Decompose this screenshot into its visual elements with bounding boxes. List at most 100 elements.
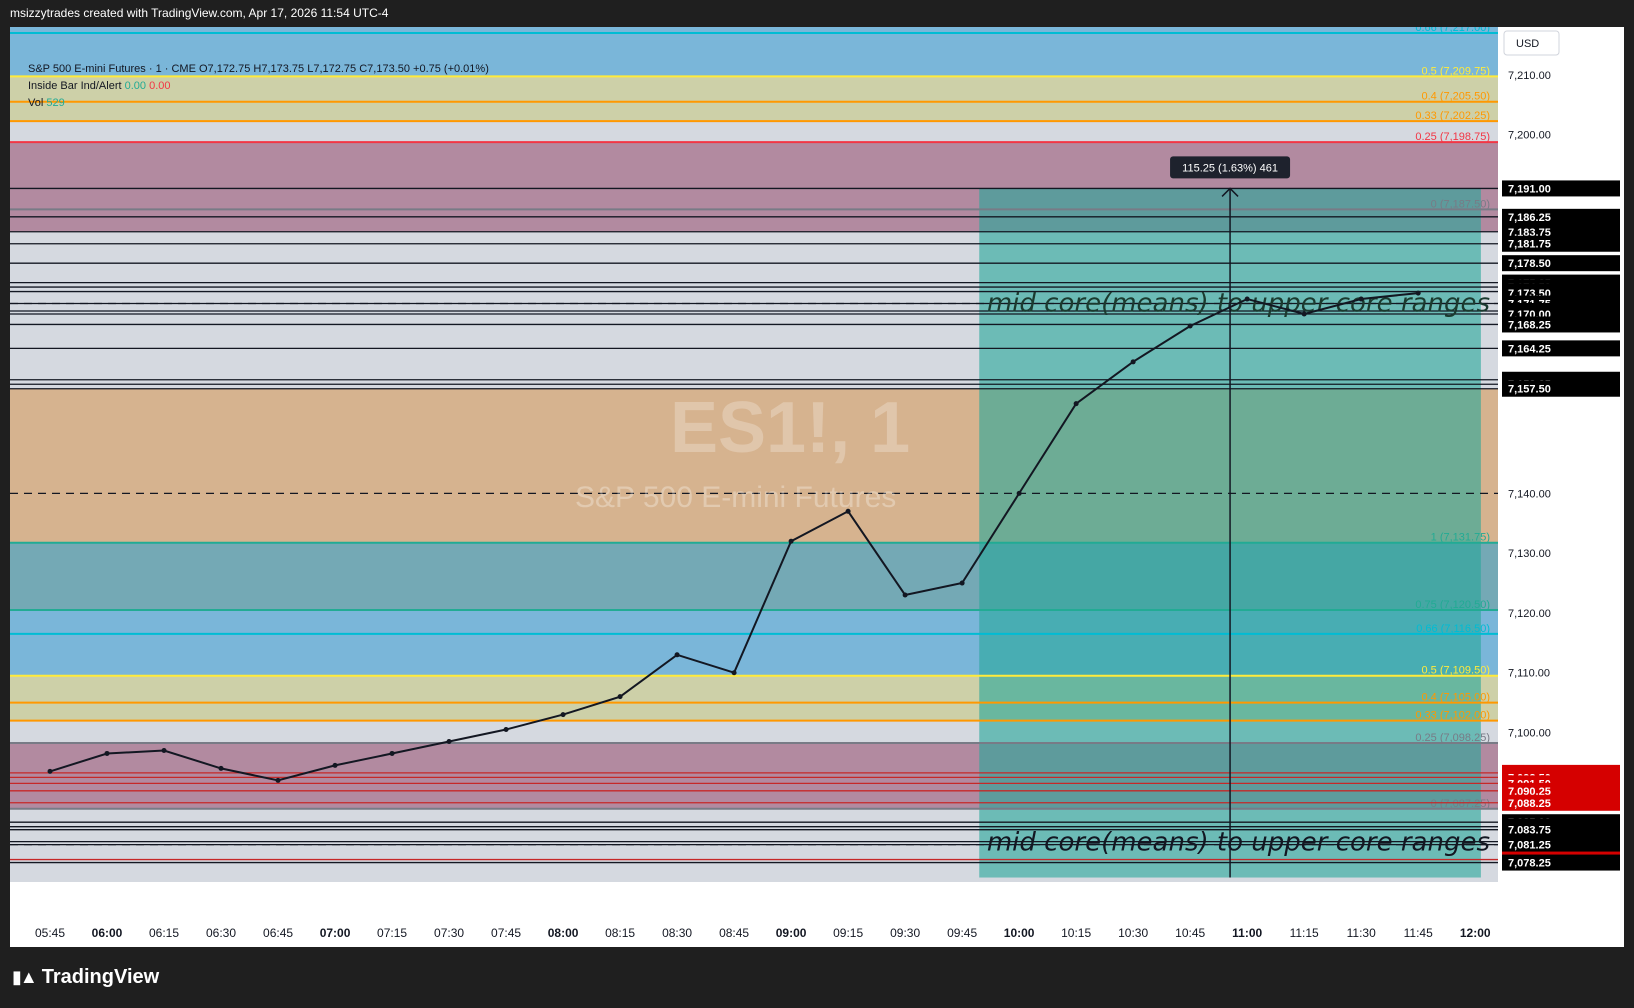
fib-label: 0.33 (7,202.25)	[1415, 110, 1490, 122]
price-label: 7,181.75	[1508, 239, 1551, 251]
price-point	[104, 750, 110, 756]
chart-caption: msizzytrades created with TradingView.co…	[10, 6, 389, 20]
fib-label: 0.66 (7,116.50)	[1416, 623, 1490, 635]
x-tick-label: 10:00	[1004, 926, 1035, 940]
price-chart[interactable]: 0.66 (7,217.00) 0.5 (7,209.75) 0.4 (7,205.…	[10, 27, 1624, 947]
fib-label: 0.66 (7,217.00)	[1415, 27, 1490, 34]
price-point	[161, 747, 167, 753]
chart-frame[interactable]: 0.66 (7,217.00) 0.5 (7,209.75) 0.4 (7,205.…	[10, 27, 1624, 947]
price-point	[1301, 311, 1307, 317]
tradingview-logo-icon: ▮▲	[12, 967, 38, 987]
measure-label: 115.25 (1.63%) 461	[1182, 162, 1278, 174]
fib-label: 0.25 (7,098.25)	[1415, 732, 1490, 744]
annotation-lower: mid core(means) to upper core ranges	[987, 828, 1490, 858]
x-tick-label: 10:30	[1118, 926, 1148, 940]
legend-indicator-name: Inside Bar Ind/Alert	[28, 80, 122, 92]
fib-label: 0.33 (7,102.00)	[1415, 710, 1490, 722]
x-tick-label: 10:45	[1175, 926, 1205, 940]
fib-label: 0.4 (7,205.50)	[1422, 91, 1491, 103]
y-tick-label: 7,210.00	[1508, 70, 1551, 82]
price-point	[845, 508, 851, 514]
price-point	[275, 777, 281, 783]
x-tick-label: 09:00	[776, 926, 807, 940]
price-label: 7,081.25	[1508, 840, 1551, 852]
y-tick-label: 7,140.00	[1508, 488, 1551, 500]
y-tick-label: 7,200.00	[1508, 130, 1551, 142]
x-tick-label: 12:00	[1460, 926, 1491, 940]
price-point	[47, 768, 53, 774]
legend-ohlc: O7,172.75 H7,173.75 L7,172.75 C7,173.50 …	[198, 63, 489, 75]
x-tick-label: 09:45	[947, 926, 977, 940]
legend-symbol-row[interactable]: S&P 500 E-mini Futures · 1 · CME O7,172.…	[28, 61, 489, 78]
price-point	[902, 592, 908, 598]
x-tick-label: 09:30	[890, 926, 920, 940]
price-point	[218, 765, 224, 771]
x-tick-label: 06:30	[206, 926, 236, 940]
x-tick-label: 05:45	[35, 926, 65, 940]
price-point	[1358, 296, 1364, 302]
x-tick-label: 06:15	[149, 926, 179, 940]
price-label: 7,186.25	[1508, 212, 1551, 224]
x-tick-label: 08:15	[605, 926, 635, 940]
y-tick-label: 7,100.00	[1508, 728, 1551, 740]
y-tick-label: 7,120.00	[1508, 608, 1551, 620]
fib-label: 0.25 (7,198.75)	[1415, 131, 1490, 143]
price-point	[389, 750, 395, 756]
x-tick-label: 08:00	[548, 926, 579, 940]
legend-volume-value: 529	[46, 97, 65, 109]
x-tick-label: 11:30	[1347, 926, 1376, 940]
x-tick-label: 07:00	[320, 926, 351, 940]
price-point	[332, 762, 338, 768]
price-label: 7,088.25	[1508, 798, 1551, 810]
tradingview-logo[interactable]: ▮▲ TradingView	[12, 966, 159, 989]
x-tick-label: 07:30	[434, 926, 464, 940]
fib-label: 0.5 (7,109.50)	[1422, 665, 1491, 677]
legend-indicator-value-2: 0.00	[149, 80, 171, 92]
price-label: 7,178.50	[1508, 258, 1551, 270]
price-point	[446, 738, 452, 744]
fib-label: 1 (7,131.75)	[1431, 532, 1490, 544]
x-tick-label: 07:45	[491, 926, 521, 940]
legend-indicator-row[interactable]: Inside Bar Ind/Alert 0.00 0.00	[28, 78, 489, 95]
x-tick-label: 08:30	[662, 926, 692, 940]
y-tick-label: 7,110.00	[1508, 668, 1550, 680]
price-point	[788, 538, 794, 544]
x-tick-label: 07:15	[377, 926, 407, 940]
price-point	[1244, 296, 1250, 302]
price-point	[1130, 359, 1136, 365]
price-point	[1073, 401, 1079, 407]
price-point	[560, 712, 566, 718]
legend-volume-row[interactable]: Vol 529	[28, 95, 489, 112]
price-label: 7,157.50	[1508, 384, 1551, 396]
fib-label: 0.75 (7,120.50)	[1415, 599, 1490, 611]
fib-label: 0.4 (7,105.00)	[1422, 692, 1491, 704]
legend-indicator-value-1: 0.00	[124, 80, 147, 92]
x-tick-label: 06:45	[263, 926, 293, 940]
x-tick-label: 11:00	[1232, 926, 1262, 940]
price-point	[617, 694, 623, 700]
watermark-ticker: ES1!, 1	[670, 388, 910, 468]
price-point	[1016, 490, 1022, 496]
tradingview-brand: TradingView	[41, 966, 160, 988]
x-tick-label: 11:45	[1404, 926, 1433, 940]
x-tick-label: 08:45	[719, 926, 749, 940]
price-label: 7,164.25	[1508, 343, 1551, 355]
price-point	[959, 580, 965, 586]
chart-legend: S&P 500 E-mini Futures · 1 · CME O7,172.…	[28, 61, 489, 112]
currency-label: USD	[1516, 38, 1539, 50]
y-tick-label: 7,130.00	[1508, 548, 1551, 560]
fib-label: 0 (7,187.50)	[1431, 198, 1490, 210]
price-point	[1187, 323, 1193, 329]
legend-volume-label: Vol	[28, 97, 44, 109]
x-tick-label: 11:15	[1290, 926, 1319, 940]
x-tick-label: 09:15	[833, 926, 863, 940]
price-label: 7,191.00	[1508, 183, 1551, 195]
price-point	[1415, 290, 1421, 296]
x-tick-label: 06:00	[92, 926, 123, 940]
time-axis[interactable]	[10, 887, 1624, 947]
price-label: 7,168.25	[1508, 319, 1551, 331]
price-label: 7,078.25	[1508, 858, 1551, 870]
fib-label: 0 (7,087.25)	[1431, 798, 1490, 810]
price-point	[503, 727, 509, 733]
x-tick-label: 10:15	[1061, 926, 1091, 940]
